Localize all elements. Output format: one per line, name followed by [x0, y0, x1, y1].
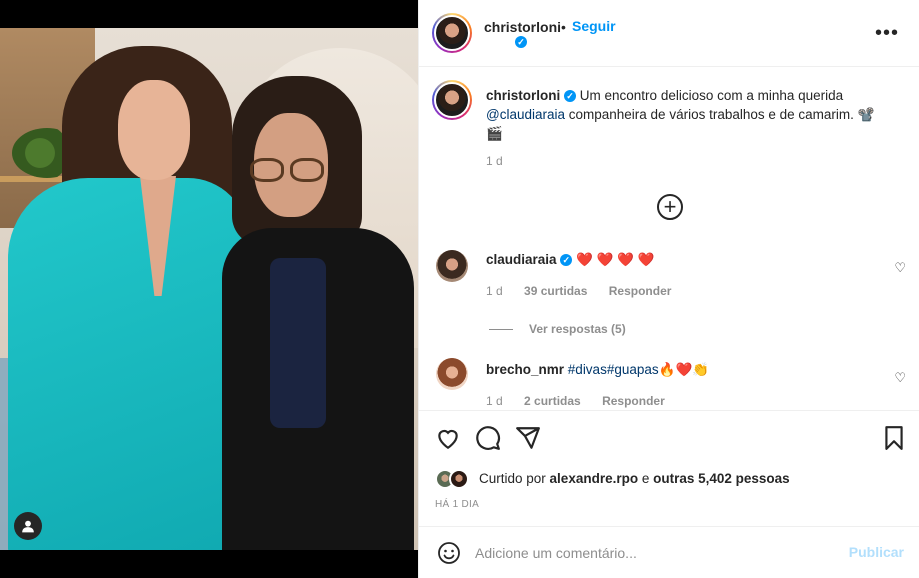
liked-by-middle: e: [638, 471, 654, 486]
comment-avatar[interactable]: [436, 250, 468, 282]
photo-person-left-suit: [8, 178, 248, 550]
photo-person-right-top: [270, 258, 326, 428]
comment-hashtag-link[interactable]: #guapas: [607, 362, 659, 377]
caption-body-start: Um encontro delicioso com a minha querid…: [576, 88, 844, 103]
caption-username[interactable]: christorloni: [486, 88, 560, 103]
comment-body: ❤️ ❤️ ❤️ ❤️: [576, 252, 655, 267]
post-side-panel: christorloni • Seguir ✓ ••• christorloni…: [418, 0, 919, 578]
liked-by-user-link[interactable]: alexandre.rpo: [550, 471, 639, 486]
verified-badge-icon: ✓: [515, 36, 527, 48]
caption-author-avatar[interactable]: [432, 80, 472, 120]
caption-text: christorloni ✓ Um encontro delicioso com…: [486, 86, 876, 143]
comment-reply-button[interactable]: Responder: [602, 394, 665, 408]
publish-button[interactable]: Publicar: [849, 544, 904, 560]
author-username[interactable]: christorloni: [484, 19, 561, 35]
comments-list[interactable]: christorloni ✓ Um encontro delicioso com…: [419, 68, 919, 410]
author-avatar[interactable]: [432, 13, 472, 53]
emoji-icon[interactable]: [437, 541, 461, 565]
comment-icon[interactable]: [475, 425, 501, 451]
comment-text: claudiaraia ✓ ❤️ ❤️ ❤️ ❤️: [486, 252, 655, 268]
post-timestamp[interactable]: HÁ 1 DIA: [435, 499, 479, 510]
view-replies-button[interactable]: Ver respostas (5): [489, 322, 626, 336]
comment-timestamp[interactable]: 1 d: [486, 284, 503, 298]
comment-meta: 1 d 2 curtidas Responder: [486, 394, 683, 408]
liked-by-others-link[interactable]: outras 5,402 pessoas: [653, 471, 790, 486]
liked-by-prefix: Curtido por: [479, 471, 550, 486]
post-actions: Curtido por alexandre.rpo e outras 5,402…: [419, 410, 919, 526]
comment-hashtag-link[interactable]: #divas: [568, 362, 607, 377]
verified-badge-icon: ✓: [560, 254, 573, 267]
heart-icon[interactable]: [435, 425, 461, 451]
comment-username[interactable]: brecho_nmr: [486, 362, 564, 377]
post-photo[interactable]: [0, 28, 418, 550]
verified-badge-icon: ✓: [564, 90, 577, 103]
comment-like-count[interactable]: 2 curtidas: [524, 394, 581, 408]
more-options-icon[interactable]: •••: [875, 22, 899, 45]
comment-reply-button[interactable]: Responder: [609, 284, 672, 298]
paper-plane-icon[interactable]: [515, 425, 541, 451]
bookmark-icon[interactable]: [881, 425, 907, 451]
comment-timestamp[interactable]: 1 d: [486, 394, 503, 408]
photo-person-right-glasses: [250, 158, 330, 182]
comment-body: 🔥❤️👏: [658, 362, 710, 377]
post-photo-panel[interactable]: [0, 0, 418, 578]
comment-like-heart-icon[interactable]: ♡: [894, 260, 906, 276]
comment-text: brecho_nmr #divas#guapas🔥❤️👏: [486, 362, 709, 378]
photo-person-left-face: [118, 80, 190, 180]
follow-button[interactable]: Seguir: [572, 18, 616, 34]
comment-like-heart-icon[interactable]: ♡: [894, 370, 906, 386]
caption-timestamp[interactable]: 1 d: [486, 154, 503, 168]
caption-mention-link[interactable]: @claudiaraia: [486, 107, 565, 122]
comment-avatar[interactable]: [436, 358, 468, 390]
plus-circle-icon[interactable]: +: [657, 194, 683, 220]
comment-like-count[interactable]: 39 curtidas: [524, 284, 587, 298]
post-modal: christorloni • Seguir ✓ ••• christorloni…: [0, 0, 919, 578]
add-comment-bar: Publicar: [419, 526, 919, 578]
post-header: christorloni • Seguir ✓ •••: [419, 0, 919, 67]
liker-avatar[interactable]: [449, 469, 469, 489]
user-tag-icon[interactable]: [14, 512, 42, 540]
comment-username[interactable]: claudiaraia: [486, 252, 557, 267]
header-separator: •: [561, 19, 566, 35]
comment-meta: 1 d 39 curtidas Responder: [486, 284, 689, 298]
comment-input[interactable]: [475, 542, 835, 564]
liked-by-text: Curtido por alexandre.rpo e outras 5,402…: [479, 471, 790, 486]
